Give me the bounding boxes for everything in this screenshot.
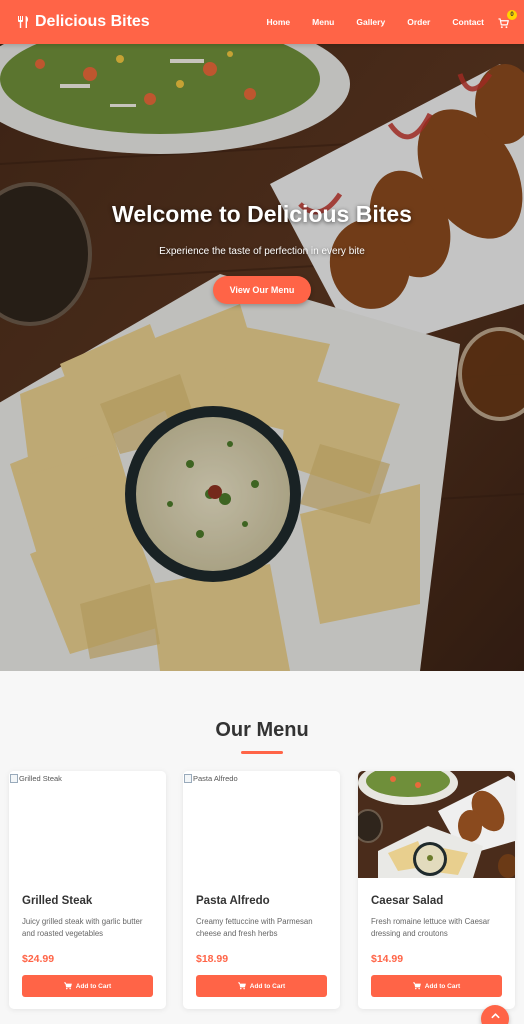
image-alt-text: Pasta Alfredo	[193, 774, 238, 783]
menu-item-description: Juicy grilled steak with garlic butter a…	[22, 917, 143, 938]
shopping-cart-icon	[63, 982, 72, 990]
hero-content: Welcome to Delicious Bites Experience th…	[0, 201, 524, 304]
nav-home[interactable]: Home	[267, 17, 291, 27]
broken-image-icon	[10, 774, 18, 783]
card-body: Caesar Salad Fresh romaine lettuce with …	[358, 878, 515, 997]
menu-item-price: $18.99	[196, 953, 229, 965]
hero-section: Welcome to Delicious Bites Experience th…	[0, 44, 524, 671]
card-body: Grilled Steak Juicy grilled steak with g…	[9, 878, 166, 997]
menu-card-pasta-alfredo: Pasta Alfredo Pasta Alfredo Creamy fettu…	[183, 771, 340, 1009]
nav-order[interactable]: Order	[407, 17, 430, 27]
add-to-cart-button[interactable]: Add to Cart	[22, 975, 153, 997]
nav-menu[interactable]: Menu	[312, 17, 334, 27]
menu-item-image: Grilled Steak	[9, 771, 166, 878]
shopping-cart-icon	[498, 18, 509, 29]
cart-button[interactable]: 0	[498, 10, 517, 29]
heading-underline	[241, 751, 283, 754]
chevron-up-icon	[491, 1013, 499, 1019]
broken-image-alt: Grilled Steak	[10, 774, 62, 783]
menu-item-name: Grilled Steak	[22, 895, 93, 907]
broken-image-icon	[184, 774, 192, 783]
navbar: Delicious Bites Home Menu Gallery Order …	[0, 0, 524, 44]
image-alt-text: Grilled Steak	[19, 774, 62, 783]
view-menu-button[interactable]: View Our Menu	[212, 276, 312, 304]
shopping-cart-icon	[237, 982, 246, 990]
menu-item-description: Fresh romaine lettuce with Caesar dressi…	[371, 917, 490, 938]
menu-item-name: Pasta Alfredo	[196, 895, 270, 907]
menu-item-image	[358, 771, 515, 878]
menu-item-name: Caesar Salad	[371, 895, 444, 907]
menu-section: Our Menu Grilled Steak Grilled Steak Jui…	[0, 671, 524, 1024]
hero-overlay	[0, 44, 524, 671]
add-to-cart-label: Add to Cart	[424, 982, 461, 990]
brand-logo[interactable]: Delicious Bites	[16, 13, 150, 31]
menu-item-description: Creamy fettuccine with Parmesan cheese a…	[196, 917, 313, 938]
add-to-cart-button[interactable]: Add to Cart	[196, 975, 327, 997]
menu-card-grilled-steak: Grilled Steak Grilled Steak Juicy grille…	[9, 771, 166, 1009]
menu-item-price: $24.99	[22, 953, 55, 965]
add-to-cart-label: Add to Cart	[249, 982, 286, 990]
broken-image-alt: Pasta Alfredo	[184, 774, 238, 783]
card-body: Pasta Alfredo Creamy fettuccine with Par…	[183, 878, 340, 997]
menu-heading: Our Menu	[215, 719, 309, 741]
hero-subtitle: Experience the taste of perfection in ev…	[159, 246, 365, 257]
menu-item-image: Pasta Alfredo	[183, 771, 340, 878]
brand-name: Delicious Bites	[35, 13, 150, 30]
shopping-cart-icon	[412, 982, 421, 990]
menu-card-caesar-salad: Caesar Salad Fresh romaine lettuce with …	[358, 771, 515, 1009]
caesar-salad-photo	[358, 771, 515, 878]
add-to-cart-label: Add to Cart	[75, 982, 112, 990]
nav-gallery[interactable]: Gallery	[356, 17, 385, 27]
utensils-icon	[18, 16, 29, 28]
nav-links: Home Menu Gallery Order Contact 0	[267, 10, 517, 29]
add-to-cart-button[interactable]: Add to Cart	[371, 975, 502, 997]
nav-contact[interactable]: Contact	[452, 17, 484, 27]
menu-item-price: $14.99	[371, 953, 404, 965]
hero-title: Welcome to Delicious Bites	[112, 201, 412, 227]
cart-count-badge: 0	[507, 10, 517, 20]
